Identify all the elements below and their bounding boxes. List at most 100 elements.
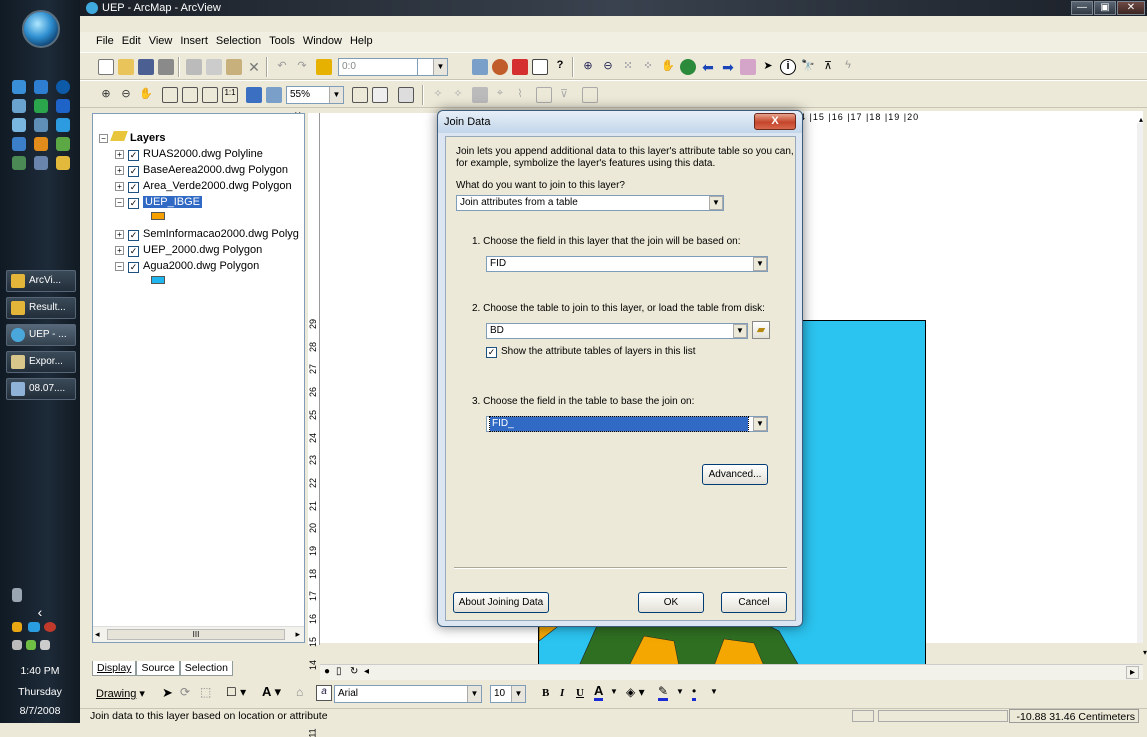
marker-color-icon[interactable]: • xyxy=(692,684,697,701)
vertical-scrollbar[interactable]: ▴ ▾ xyxy=(1139,113,1147,663)
tab-selection[interactable]: Selection xyxy=(179,661,233,676)
start-button[interactable] xyxy=(22,10,60,48)
attributes-icon[interactable] xyxy=(536,87,552,103)
copy-icon[interactable] xyxy=(206,59,222,75)
cut-icon[interactable] xyxy=(186,59,202,75)
menu-insert[interactable]: Insert xyxy=(175,32,211,47)
internet-explorer-icon[interactable] xyxy=(34,80,48,94)
bold-icon[interactable]: B xyxy=(542,687,549,699)
layout-view-icon[interactable]: ● xyxy=(324,666,330,677)
menu-edit[interactable]: Edit xyxy=(117,32,144,47)
taskbar-item-0807[interactable]: 08.07.... xyxy=(6,378,76,400)
trash-icon[interactable] xyxy=(12,588,22,602)
paste-icon[interactable] xyxy=(226,59,242,75)
layer-visibility-checkbox[interactable]: ✓ xyxy=(128,150,139,161)
taskbar-item-uep[interactable]: UEP - ... xyxy=(6,324,76,346)
ok-button[interactable]: OK xyxy=(638,592,704,613)
layer-visibility-checkbox[interactable]: ✓ xyxy=(128,230,139,241)
about-joining-button[interactable]: About Joining Data xyxy=(453,592,549,613)
security-tray-icon[interactable] xyxy=(26,640,36,650)
layer-symbol-swatch[interactable] xyxy=(151,212,165,220)
maximize-button[interactable]: ▣ xyxy=(1094,1,1116,15)
tab-display[interactable]: Display xyxy=(92,661,137,676)
zoom-whole-page-icon[interactable] xyxy=(162,87,178,103)
show-tables-checkbox[interactable]: ✓ xyxy=(486,347,497,358)
refresh-icon[interactable]: ↻ xyxy=(350,666,358,677)
toc-layer-row[interactable]: − ✓ Agua2000.dwg Polygon xyxy=(115,258,259,274)
print-icon[interactable] xyxy=(158,59,174,75)
fixed-zoom-in-icon[interactable]: ⁙ xyxy=(620,59,636,75)
cancel-button[interactable]: Cancel xyxy=(721,592,787,613)
tray-icon[interactable] xyxy=(12,622,22,632)
tab-source[interactable]: Source xyxy=(136,661,180,676)
rectangle-icon[interactable]: ☐ ▾ xyxy=(226,685,246,699)
menu-view[interactable]: View xyxy=(144,32,176,47)
toc-horizontal-scrollbar[interactable]: ◂ III ▸ xyxy=(93,626,304,642)
back-page-icon[interactable] xyxy=(246,87,262,103)
new-icon[interactable] xyxy=(98,59,114,75)
arctoolbox-icon[interactable] xyxy=(492,59,508,75)
edit-vertices-icon[interactable]: ⌂ xyxy=(296,685,303,699)
expand-icon[interactable]: + xyxy=(115,246,124,255)
font-combo[interactable]: Arial ▼ xyxy=(334,685,482,703)
join-table-select[interactable]: BD ▼ xyxy=(486,323,748,339)
minimize-button[interactable]: — xyxy=(1071,1,1093,15)
scroll-left-icon[interactable]: ◂ xyxy=(364,666,369,677)
layer-visibility-checkbox[interactable]: ✓ xyxy=(128,246,139,257)
taskbar-item-results[interactable]: Result... xyxy=(6,297,76,319)
expand-icon[interactable]: + xyxy=(115,150,124,159)
join-type-select[interactable]: Join attributes from a table ▼ xyxy=(456,195,724,211)
collapse-icon[interactable]: − xyxy=(115,262,124,271)
report-icon[interactable] xyxy=(582,87,598,103)
italic-icon[interactable]: I xyxy=(560,687,564,699)
menu-help[interactable]: Help xyxy=(345,32,376,47)
back-icon[interactable] xyxy=(56,99,70,113)
scroll-up-icon[interactable]: ▴ xyxy=(1139,115,1143,124)
back-extent-icon[interactable]: ⬅ xyxy=(700,59,716,75)
zoom-in-icon[interactable]: ⊕ xyxy=(580,59,596,75)
toc-layer-row[interactable]: − ✓ UEP_IBGE xyxy=(115,194,203,210)
save-icon[interactable] xyxy=(138,59,154,75)
underline-icon[interactable]: U xyxy=(576,687,584,699)
folder-icon[interactable] xyxy=(56,156,70,170)
network-icon[interactable] xyxy=(12,118,26,132)
undo-icon[interactable]: ↶ xyxy=(274,59,290,75)
topology-icon[interactable]: ⌖ xyxy=(492,87,508,103)
fixed-zoom-out-page-icon[interactable] xyxy=(202,87,218,103)
delete-icon[interactable]: ✕ xyxy=(246,59,262,75)
find-icon[interactable]: 🔭 xyxy=(800,59,816,75)
editor-icon[interactable] xyxy=(472,59,488,75)
layer-visibility-checkbox[interactable]: ✓ xyxy=(128,166,139,177)
toc-layer-row[interactable]: + ✓ BaseAerea2000.dwg Polygon xyxy=(115,162,288,178)
green-app-icon[interactable] xyxy=(56,137,70,151)
explorer-icon[interactable] xyxy=(12,99,26,113)
chevron-down-icon[interactable]: ▼ xyxy=(710,687,718,696)
select-elements-icon[interactable]: ➤ xyxy=(162,685,173,701)
filter-icon[interactable]: ⊽ xyxy=(556,87,572,103)
scroll-left-icon[interactable]: ◂ xyxy=(95,629,100,640)
close-button[interactable]: ✕ xyxy=(1117,1,1145,15)
sketch-icon[interactable]: ⌇ xyxy=(512,87,528,103)
layer-visibility-checkbox[interactable]: ✓ xyxy=(128,198,139,209)
identify-icon[interactable]: i xyxy=(780,59,796,75)
scroll-down-icon[interactable]: ▾ xyxy=(1143,648,1147,657)
map-scale-dropdown[interactable]: ▼ xyxy=(418,58,448,76)
network-icon[interactable] xyxy=(472,87,488,103)
focus-data-frame-icon[interactable] xyxy=(372,87,388,103)
rotate-icon[interactable]: ⟳ xyxy=(180,685,190,699)
toc-layer-row[interactable]: + ✓ Area_Verde2000.dwg Polygon xyxy=(115,178,292,194)
change-layout-icon[interactable] xyxy=(398,87,414,103)
tray-icon[interactable] xyxy=(28,622,40,632)
volume-icon[interactable] xyxy=(40,640,50,650)
select-elements-icon[interactable]: ➤ xyxy=(760,59,776,75)
forward-extent-icon[interactable]: ➡ xyxy=(720,59,736,75)
network-tray-icon[interactable] xyxy=(12,640,22,650)
measure-icon[interactable]: ⊼ xyxy=(820,59,836,75)
menu-selection[interactable]: Selection xyxy=(211,32,264,47)
collapse-icon[interactable]: − xyxy=(115,198,124,207)
open-folder-icon[interactable]: ▰ xyxy=(752,321,770,339)
zoom-to-selected-icon[interactable]: ⬚ xyxy=(200,685,211,699)
forward-page-icon[interactable] xyxy=(266,87,282,103)
toc-layer-row[interactable]: + ✓ SemInformacao2000.dwg Polyg xyxy=(115,226,299,242)
collapse-icon[interactable]: − xyxy=(99,134,108,143)
